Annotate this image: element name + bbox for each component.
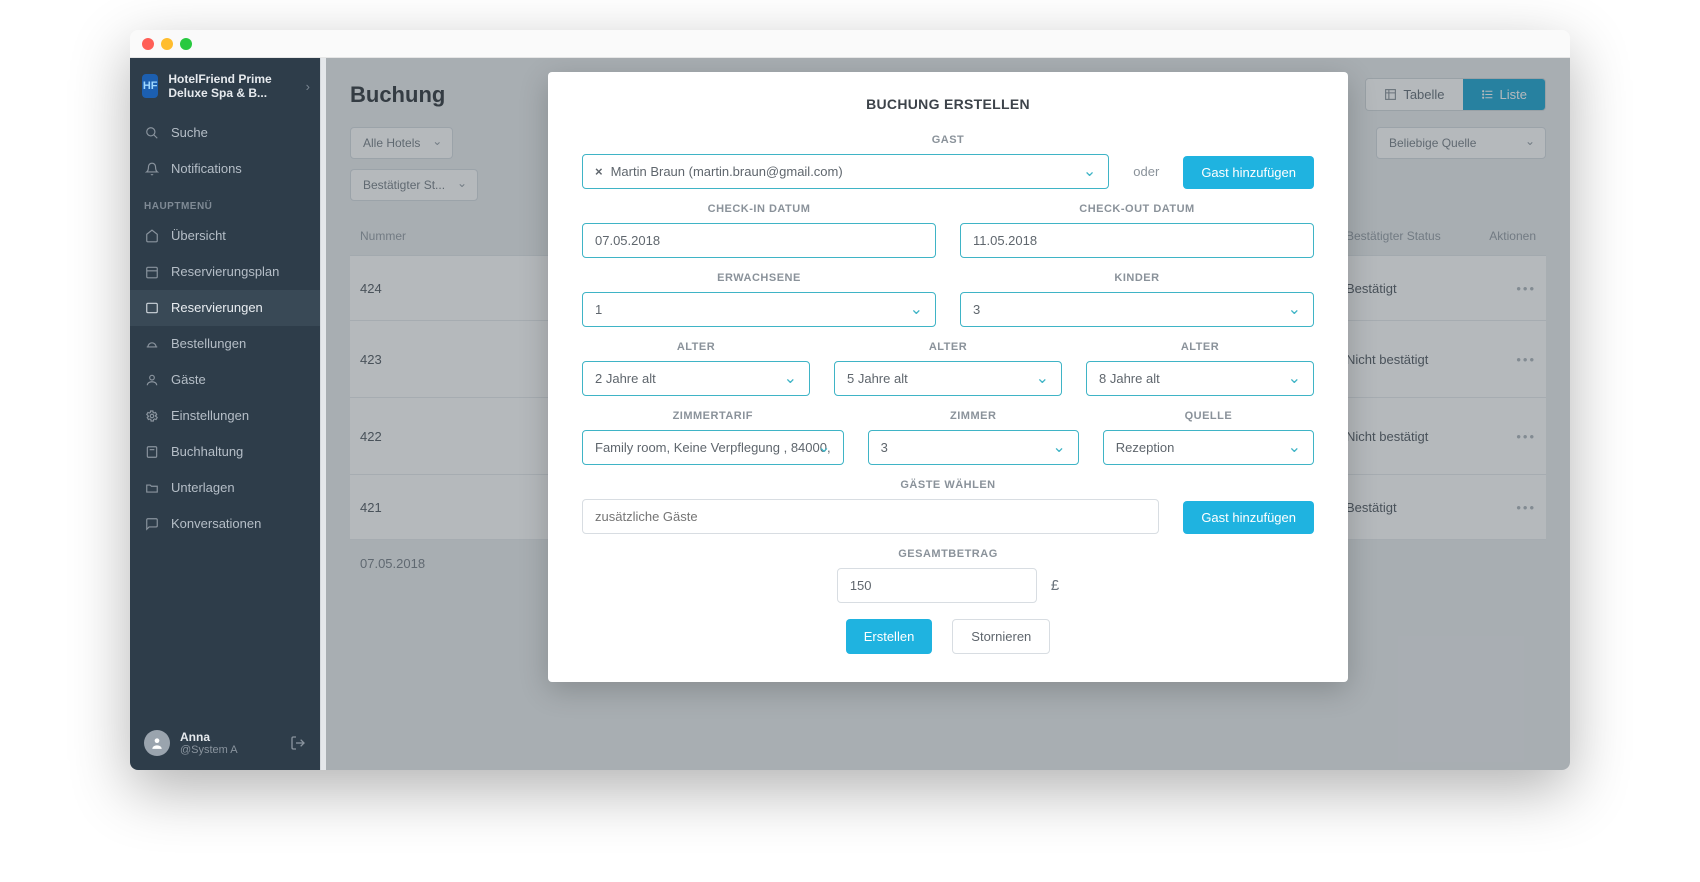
sidebar-item-label: Reservierungen <box>171 300 263 315</box>
guest-value: Martin Braun (martin.braun@gmail.com) <box>611 164 843 179</box>
tray-icon <box>144 336 160 352</box>
additional-guests-input[interactable] <box>582 499 1159 534</box>
sidebar-item-conversations[interactable]: Konversationen <box>130 506 320 542</box>
create-button[interactable]: Erstellen <box>846 619 933 654</box>
maximize-window-icon[interactable] <box>180 38 192 50</box>
user-icon <box>144 372 160 388</box>
sidebar-section-label: HAUPTMENÜ <box>130 187 320 218</box>
age-select-3[interactable]: 8 Jahre alt <box>1086 361 1314 396</box>
label-choose-guests: GÄSTE WÄHLEN <box>582 479 1314 491</box>
brand-name: HotelFriend Prime Deluxe Spa & B... <box>168 72 308 101</box>
remove-guest-icon[interactable]: × <box>595 164 603 179</box>
total-input[interactable]: 150 <box>837 568 1037 603</box>
sidebar-item-reservations[interactable]: Reservierungen <box>130 290 320 326</box>
home-icon <box>144 228 160 244</box>
sidebar-item-label: Reservierungsplan <box>171 264 279 279</box>
logout-icon[interactable] <box>290 735 306 751</box>
create-booking-modal: BUCHUNG ERSTELLEN GAST × Martin Braun (m… <box>548 72 1348 682</box>
label-source: QUELLE <box>1103 410 1314 422</box>
label-adults: ERWACHSENE <box>582 272 936 284</box>
sidebar-item-overview[interactable]: Übersicht <box>130 218 320 254</box>
age-select-2[interactable]: 5 Jahre alt <box>834 361 1062 396</box>
or-label: oder <box>1133 164 1159 189</box>
sidebar-notifications[interactable]: Notifications <box>130 151 320 187</box>
minimize-window-icon[interactable] <box>161 38 173 50</box>
sidebar-item-reservation-plan[interactable]: Reservierungsplan <box>130 254 320 290</box>
list-icon <box>144 300 160 316</box>
user-name: Anna <box>180 730 238 744</box>
brand-selector[interactable]: HF HotelFriend Prime Deluxe Spa & B... › <box>130 58 320 115</box>
sidebar: HF HotelFriend Prime Deluxe Spa & B... ›… <box>130 58 320 770</box>
brand-logo-icon: HF <box>142 74 158 98</box>
label-guest: GAST <box>582 134 1314 146</box>
sidebar-item-label: Buchhaltung <box>171 444 243 459</box>
sidebar-item-label: Übersicht <box>171 228 226 243</box>
modal-title: BUCHUNG ERSTELLEN <box>582 96 1314 112</box>
sidebar-item-documents[interactable]: Unterlagen <box>130 470 320 506</box>
label-children: KINDER <box>960 272 1314 284</box>
sidebar-item-accounting[interactable]: Buchhaltung <box>130 434 320 470</box>
sidebar-notifications-label: Notifications <box>171 161 242 176</box>
children-select[interactable]: 3 <box>960 292 1314 327</box>
adults-select[interactable]: 1 <box>582 292 936 327</box>
currency-label: £ <box>1051 577 1059 594</box>
label-age-1: ALTER <box>582 341 810 353</box>
chat-icon <box>144 516 160 532</box>
add-guest-button-2[interactable]: Gast hinzufügen <box>1183 501 1314 534</box>
sidebar-item-guests[interactable]: Gäste <box>130 362 320 398</box>
folder-icon <box>144 480 160 496</box>
add-guest-button[interactable]: Gast hinzufügen <box>1183 156 1314 189</box>
user-subtitle: @System A <box>180 744 238 756</box>
label-checkout: CHECK-OUT DATUM <box>960 203 1314 215</box>
calendar-icon <box>144 264 160 280</box>
sidebar-search[interactable]: Suche <box>130 115 320 151</box>
label-rate: ZIMMERTARIF <box>582 410 844 422</box>
checkin-input[interactable]: 07.05.2018 <box>582 223 936 258</box>
sidebar-item-label: Konversationen <box>171 516 261 531</box>
sidebar-item-label: Unterlagen <box>171 480 235 495</box>
sidebar-item-orders[interactable]: Bestellungen <box>130 326 320 362</box>
age-select-1[interactable]: 2 Jahre alt <box>582 361 810 396</box>
cancel-button[interactable]: Stornieren <box>952 619 1050 654</box>
close-window-icon[interactable] <box>142 38 154 50</box>
label-total: GESAMTBETRAG <box>582 548 1314 560</box>
sidebar-item-label: Gäste <box>171 372 206 387</box>
avatar-icon <box>144 730 170 756</box>
bell-icon <box>144 161 160 177</box>
sidebar-user[interactable]: Anna @System A <box>130 716 320 770</box>
sidebar-search-label: Suche <box>171 125 208 140</box>
label-age-2: ALTER <box>834 341 1062 353</box>
checkout-input[interactable]: 11.05.2018 <box>960 223 1314 258</box>
gear-icon <box>144 408 160 424</box>
window-titlebar <box>130 30 1570 58</box>
label-room: ZIMMER <box>868 410 1079 422</box>
label-age-3: ALTER <box>1086 341 1314 353</box>
room-select[interactable]: 3 <box>868 430 1079 465</box>
sidebar-item-label: Einstellungen <box>171 408 249 423</box>
chevron-right-icon: › <box>306 79 310 94</box>
guest-select[interactable]: × Martin Braun (martin.braun@gmail.com) <box>582 154 1109 189</box>
sidebar-item-label: Bestellungen <box>171 336 246 351</box>
search-icon <box>144 125 160 141</box>
rate-select[interactable]: Family room, Keine Verpflegung , 84000, <box>582 430 844 465</box>
book-icon <box>144 444 160 460</box>
source-select[interactable]: Rezeption <box>1103 430 1314 465</box>
label-checkin: CHECK-IN DATUM <box>582 203 936 215</box>
sidebar-item-settings[interactable]: Einstellungen <box>130 398 320 434</box>
